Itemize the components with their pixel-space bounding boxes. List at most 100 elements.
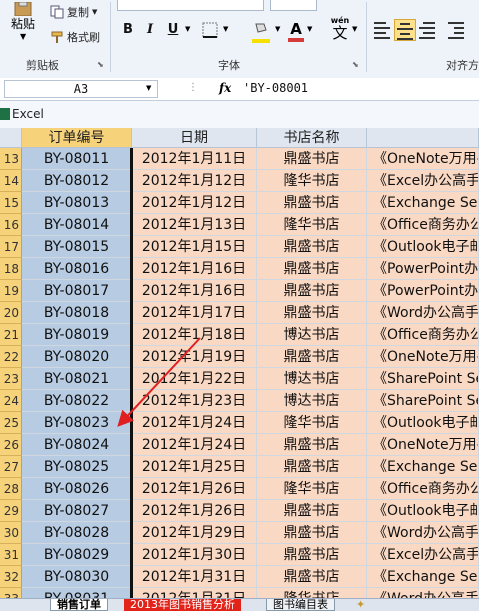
- book-title-cell[interactable]: 《PowerPoint办公: [367, 258, 479, 280]
- order-id-cell[interactable]: BY-08022: [22, 390, 132, 412]
- store-cell[interactable]: 鼎盛书店: [257, 544, 367, 566]
- book-title-cell[interactable]: 《Exchange Ser: [367, 566, 479, 588]
- column-header-c[interactable]: 书店名称: [257, 128, 367, 148]
- sheet-tab-sales-analysis[interactable]: 2013年图书销售分析: [124, 599, 241, 611]
- order-id-cell[interactable]: BY-08028: [22, 522, 132, 544]
- row-header[interactable]: 30: [0, 522, 22, 544]
- insert-sheet-icon[interactable]: ✦: [350, 599, 371, 611]
- book-title-cell[interactable]: 《Word办公高手: [367, 302, 479, 324]
- date-cell[interactable]: 2012年1月29日: [132, 522, 257, 544]
- order-id-cell[interactable]: BY-08027: [22, 500, 132, 522]
- book-title-cell[interactable]: 《OneNote万用手: [367, 434, 479, 456]
- chevron-down-icon[interactable]: ▼: [223, 25, 228, 33]
- date-cell[interactable]: 2012年1月11日: [132, 148, 257, 170]
- copy-button[interactable]: 复制 ▼: [50, 4, 97, 20]
- chevron-down-icon[interactable]: ▼: [146, 84, 151, 92]
- book-title-cell[interactable]: 《Word办公高手: [367, 522, 479, 544]
- corner-select-all[interactable]: [0, 128, 22, 148]
- store-cell[interactable]: 鼎盛书店: [257, 456, 367, 478]
- row-header[interactable]: 16: [0, 214, 22, 236]
- order-id-cell[interactable]: BY-08029: [22, 544, 132, 566]
- book-title-cell[interactable]: 《Exchange Ser: [367, 192, 479, 214]
- book-title-cell[interactable]: 《Exchange Ser: [367, 456, 479, 478]
- date-cell[interactable]: 2012年1月24日: [132, 412, 257, 434]
- date-cell[interactable]: 2012年1月26日: [132, 478, 257, 500]
- store-cell[interactable]: 鼎盛书店: [257, 236, 367, 258]
- book-title-cell[interactable]: 《SharePoint Se: [367, 368, 479, 390]
- chevron-down-icon[interactable]: ▼: [352, 25, 357, 33]
- row-header[interactable]: 32: [0, 566, 22, 588]
- store-cell[interactable]: 鼎盛书店: [257, 192, 367, 214]
- store-cell[interactable]: 隆华书店: [257, 170, 367, 192]
- date-cell[interactable]: 2012年1月15日: [132, 236, 257, 258]
- store-cell[interactable]: 博达书店: [257, 324, 367, 346]
- phonetic-guide-button[interactable]: wén 文: [325, 16, 355, 46]
- book-title-cell[interactable]: 《Excel办公高手: [367, 544, 479, 566]
- store-cell[interactable]: 鼎盛书店: [257, 280, 367, 302]
- store-cell[interactable]: 鼎盛书店: [257, 258, 367, 280]
- order-id-cell[interactable]: BY-08012: [22, 170, 132, 192]
- row-header[interactable]: 22: [0, 346, 22, 368]
- dialog-launcher-icon[interactable]: ⬊: [352, 60, 359, 69]
- name-box[interactable]: A3: [4, 80, 158, 98]
- column-header-b[interactable]: 日期: [132, 128, 257, 148]
- store-cell[interactable]: 博达书店: [257, 368, 367, 390]
- date-cell[interactable]: 2012年1月18日: [132, 324, 257, 346]
- store-cell[interactable]: 博达书店: [257, 390, 367, 412]
- order-id-cell[interactable]: BY-08013: [22, 192, 132, 214]
- book-title-cell[interactable]: 《Outlook电子邮: [367, 412, 479, 434]
- order-id-cell[interactable]: BY-08018: [22, 302, 132, 324]
- book-title-cell[interactable]: 《PowerPoint办公: [367, 280, 479, 302]
- align-left-button[interactable]: [372, 19, 392, 39]
- order-id-cell[interactable]: BY-08021: [22, 368, 132, 390]
- row-header[interactable]: 14: [0, 170, 22, 192]
- sheet-tab-book-catalog[interactable]: 图书编目表: [266, 599, 335, 611]
- decrease-indent-button[interactable]: [446, 19, 466, 39]
- store-cell[interactable]: 鼎盛书店: [257, 302, 367, 324]
- order-id-cell[interactable]: BY-08030: [22, 566, 132, 588]
- order-id-cell[interactable]: BY-08024: [22, 434, 132, 456]
- book-title-cell[interactable]: 《Outlook电子邮: [367, 236, 479, 258]
- formula-input[interactable]: 'BY-08001: [243, 81, 308, 95]
- order-id-cell[interactable]: BY-08023: [22, 412, 132, 434]
- dialog-launcher-icon[interactable]: ⬊: [97, 60, 104, 69]
- order-id-cell[interactable]: BY-08019: [22, 324, 132, 346]
- order-id-cell[interactable]: BY-08015: [22, 236, 132, 258]
- font-color-button[interactable]: A: [287, 19, 305, 43]
- book-title-cell[interactable]: 《OneNote万用手: [367, 148, 479, 170]
- date-cell[interactable]: 2012年1月19日: [132, 346, 257, 368]
- date-cell[interactable]: 2012年1月31日: [132, 566, 257, 588]
- column-header-a[interactable]: 订单编号: [22, 128, 132, 148]
- row-header[interactable]: 17: [0, 236, 22, 258]
- column-header-d[interactable]: [367, 128, 479, 148]
- align-right-button[interactable]: [417, 19, 437, 39]
- font-name-combo[interactable]: [117, 0, 264, 11]
- order-id-cell[interactable]: BY-08025: [22, 456, 132, 478]
- book-title-cell[interactable]: 《OneNote万用手: [367, 346, 479, 368]
- book-title-cell[interactable]: 《Office商务办公: [367, 324, 479, 346]
- store-cell[interactable]: 鼎盛书店: [257, 346, 367, 368]
- font-size-combo[interactable]: [270, 0, 317, 11]
- row-header[interactable]: 24: [0, 390, 22, 412]
- row-header[interactable]: 27: [0, 456, 22, 478]
- date-cell[interactable]: 2012年1月12日: [132, 170, 257, 192]
- row-header[interactable]: 19: [0, 280, 22, 302]
- order-id-cell[interactable]: BY-08020: [22, 346, 132, 368]
- book-title-cell[interactable]: 《SharePoint Se: [367, 390, 479, 412]
- borders-icon[interactable]: [202, 22, 218, 38]
- row-header[interactable]: 21: [0, 324, 22, 346]
- chevron-down-icon[interactable]: ▼: [307, 25, 312, 33]
- chevron-down-icon[interactable]: ▼: [185, 25, 190, 33]
- row-header[interactable]: 13: [0, 148, 22, 170]
- fill-color-button[interactable]: [252, 20, 274, 43]
- row-header[interactable]: 33: [0, 588, 22, 598]
- date-cell[interactable]: 2012年1月22日: [132, 368, 257, 390]
- store-cell[interactable]: 隆华书店: [257, 412, 367, 434]
- row-header[interactable]: 20: [0, 302, 22, 324]
- format-painter-button[interactable]: 格式刷: [50, 29, 100, 45]
- store-cell[interactable]: 隆华书店: [257, 478, 367, 500]
- row-header[interactable]: 23: [0, 368, 22, 390]
- order-id-cell[interactable]: BY-08026: [22, 478, 132, 500]
- store-cell[interactable]: 鼎盛书店: [257, 522, 367, 544]
- date-cell[interactable]: 2012年1月12日: [132, 192, 257, 214]
